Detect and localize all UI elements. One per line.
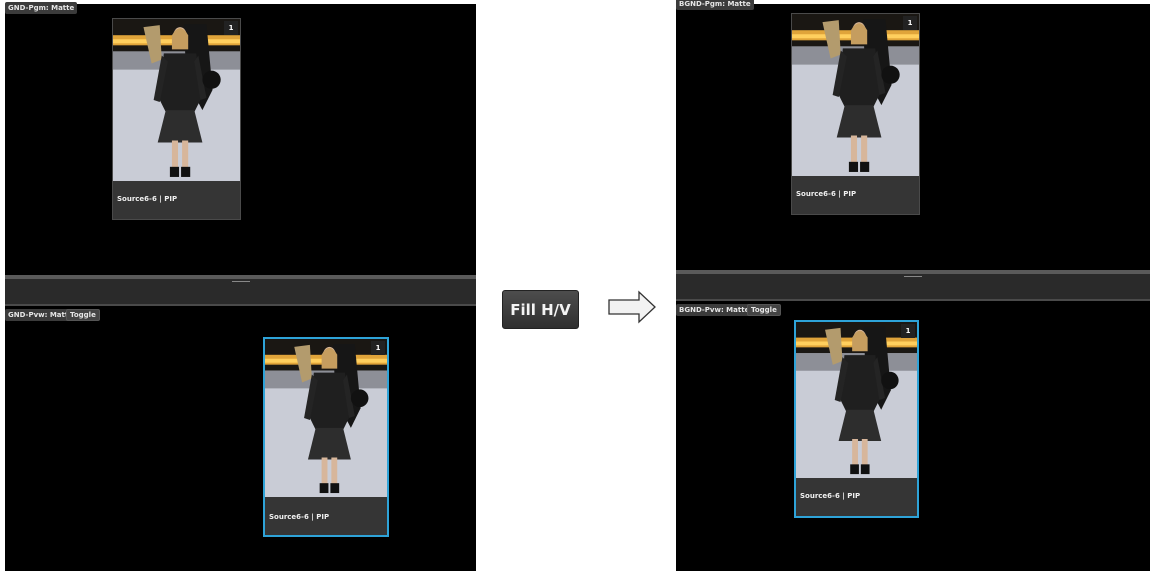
toggle-button[interactable]: Toggle [66,309,100,321]
pgm-pip-window[interactable]: 1 Source6-6 | PIP [791,13,920,215]
pip-label-bar: Source6-6 | PIP [265,497,387,535]
pvw-pip-window[interactable]: 1 Source6-6 | PIP [263,337,389,537]
pip-source-image [265,339,387,497]
pip-source-image [113,19,240,181]
pvw-background-tag: BGND-Pvw: Matte [676,304,753,316]
pgm-pip-window[interactable]: 1 Source6-6 | PIP [112,18,241,220]
layer-number-badge: 1 [224,21,238,35]
layer-number-badge: 1 [371,341,385,355]
pgm-background-tag: BGND-Pgm: Matte [676,0,754,10]
pip-label-bar: Source6-6 | PIP [792,176,919,214]
before-preview-panel: GND-Pgm: Matte 1 Source6-6 | PIP GND-Pvw… [5,2,476,571]
pip-label-bar: Source6-6 | PIP [796,478,917,516]
layer-number-badge: 1 [903,16,917,30]
pip-source-label: Source6-6 | PIP [800,492,861,500]
after-preview-panel: BGND-Pgm: Matte 1 Source6-6 | PIP BGND-P… [676,0,1150,571]
pip-source-label: Source6-6 | PIP [269,513,330,521]
pip-source-label: Source6-6 | PIP [796,190,857,198]
fill-hv-button[interactable]: Fill H/V [502,290,579,329]
layer-number-badge: 1 [901,324,915,338]
pgm-background-tag: GND-Pgm: Matte [5,2,78,14]
pip-source-image [796,322,917,478]
pvw-pip-window[interactable]: 1 Source6-6 | PIP [794,320,919,518]
toggle-button[interactable]: Toggle [747,304,781,316]
right-arrow-icon [608,290,656,324]
pip-source-label: Source6-6 | PIP [117,195,178,203]
pgm-pvw-divider[interactable] [5,275,476,306]
pip-source-image [792,14,919,176]
pip-label-bar: Source6-6 | PIP [113,181,240,219]
pgm-pvw-divider[interactable] [676,270,1150,301]
